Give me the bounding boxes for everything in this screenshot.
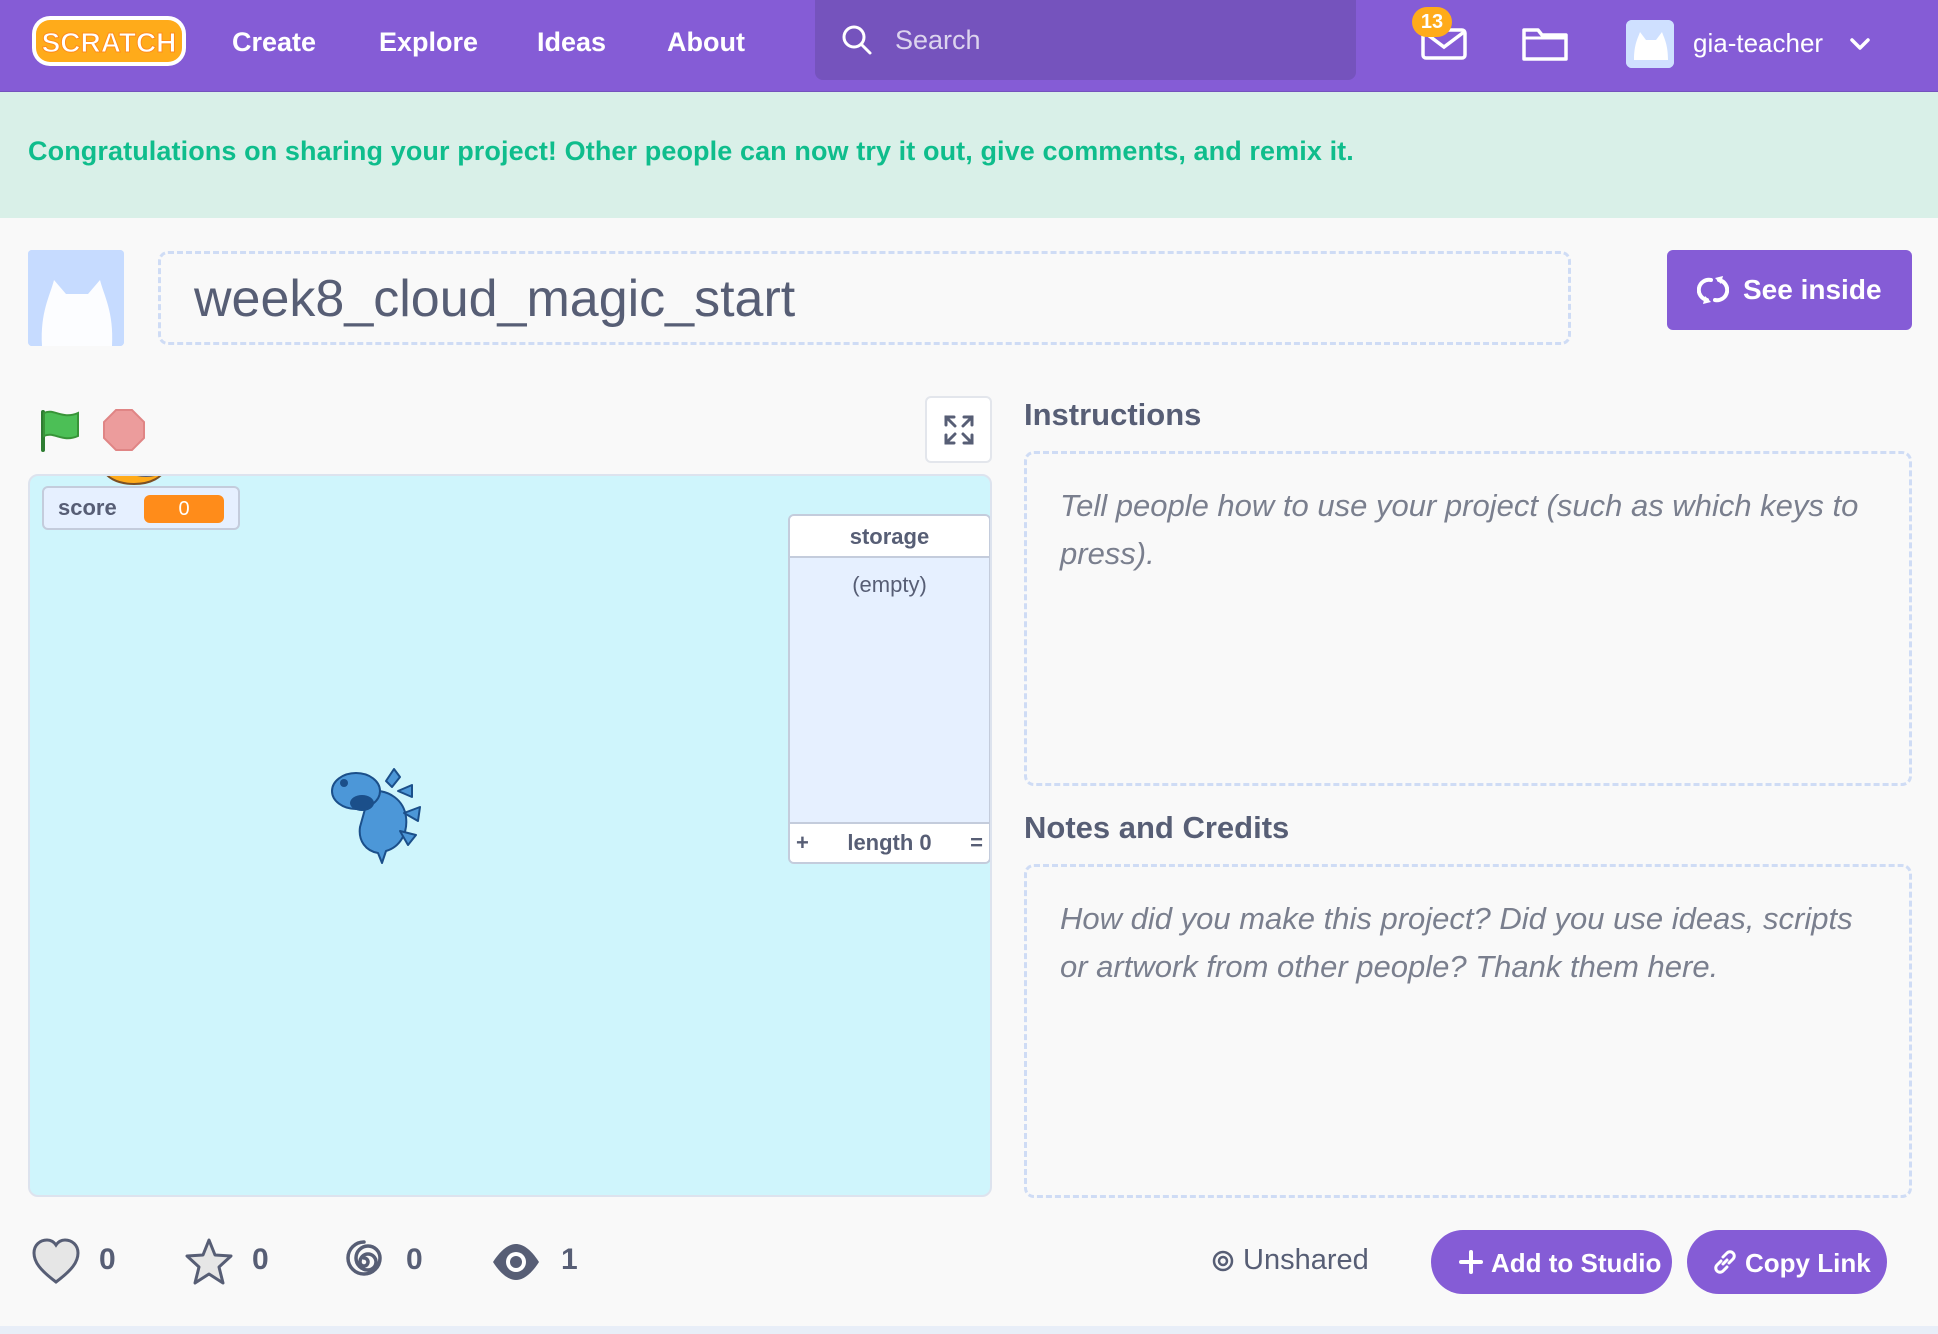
project-stage[interactable]: score 0 storage (empty) + length 0 =	[28, 474, 992, 1197]
notes-heading: Notes and Credits	[1024, 810, 1290, 845]
nav-explore-link[interactable]: Explore	[379, 22, 478, 62]
search-input[interactable]	[895, 20, 1315, 60]
chevron-down-icon[interactable]	[1846, 30, 1874, 58]
plus-icon	[1457, 1248, 1485, 1276]
eye-icon	[490, 1236, 542, 1288]
instructions-placeholder: Tell people how to use your project (suc…	[1060, 488, 1859, 571]
my-stuff-button[interactable]	[1518, 16, 1572, 70]
see-inside-button[interactable]: See inside	[1667, 250, 1912, 330]
instructions-textarea[interactable]: Tell people how to use your project (suc…	[1024, 451, 1912, 786]
list-resize-handle[interactable]: =	[970, 830, 983, 856]
list-empty-text: (empty)	[852, 572, 927, 597]
username-label[interactable]: gia-teacher	[1693, 24, 1823, 62]
score-value: 0	[144, 495, 224, 523]
remix-arrows-icon	[1696, 274, 1730, 306]
favorite-count: 0	[252, 1243, 269, 1276]
copy-link-button[interactable]: Copy Link	[1687, 1230, 1887, 1294]
remix-spiral-icon	[338, 1236, 390, 1288]
folder-icon	[1518, 28, 1572, 74]
star-icon[interactable]	[183, 1236, 235, 1288]
top-navbar: SCRATCH Create Explore Ideas About 13 gi…	[0, 0, 1938, 92]
remix-count: 0	[406, 1243, 423, 1276]
project-author-avatar[interactable]	[28, 250, 124, 346]
fullscreen-button[interactable]	[925, 396, 992, 463]
heart-icon[interactable]	[30, 1236, 82, 1288]
copy-link-label: Copy Link	[1745, 1248, 1871, 1278]
notes-textarea[interactable]: How did you make this project? Did you u…	[1024, 864, 1912, 1198]
list-length: length 0	[847, 830, 932, 855]
score-label: score	[58, 495, 117, 520]
share-status-label: Unshared	[1243, 1244, 1369, 1276]
link-icon	[1711, 1248, 1739, 1276]
storage-list-monitor[interactable]: storage (empty) + length 0 =	[788, 514, 990, 864]
nav-ideas-link[interactable]: Ideas	[537, 22, 606, 62]
view-count: 1	[561, 1243, 578, 1276]
see-inside-label: See inside	[1743, 274, 1882, 305]
share-success-banner: Congratulations on sharing your project!…	[0, 92, 1938, 218]
svg-text:SCRATCH: SCRATCH	[42, 27, 177, 58]
project-title[interactable]: week8_cloud_magic_start	[194, 269, 795, 329]
add-to-studio-button[interactable]: Add to Studio	[1431, 1230, 1672, 1294]
search-icon	[841, 24, 873, 56]
green-flag-icon[interactable]	[38, 408, 82, 452]
messages-count-badge: 13	[1412, 7, 1452, 37]
list-title: storage	[790, 516, 989, 558]
user-avatar[interactable]	[1626, 20, 1674, 68]
score-variable-monitor[interactable]: score 0	[42, 486, 240, 530]
dinosaur-sprite[interactable]	[320, 761, 440, 871]
envelope-icon	[1418, 28, 1472, 74]
scratch-logo[interactable]: SCRATCH	[30, 12, 188, 70]
page-bottom-divider	[0, 1326, 1938, 1334]
notes-placeholder: How did you make this project? Did you u…	[1060, 901, 1853, 984]
instructions-heading: Instructions	[1024, 397, 1202, 432]
search-bar[interactable]	[815, 0, 1356, 80]
list-footer: + length 0 =	[790, 822, 989, 862]
love-count: 0	[99, 1243, 116, 1276]
nav-create-link[interactable]: Create	[232, 22, 316, 62]
unshared-icon	[1212, 1250, 1234, 1272]
banner-message: Congratulations on sharing your project!…	[28, 136, 1354, 166]
nav-about-link[interactable]: About	[667, 22, 745, 62]
stop-icon[interactable]	[102, 408, 146, 452]
project-title-field[interactable]: week8_cloud_magic_start	[158, 251, 1571, 345]
add-to-studio-label: Add to Studio	[1491, 1248, 1662, 1278]
